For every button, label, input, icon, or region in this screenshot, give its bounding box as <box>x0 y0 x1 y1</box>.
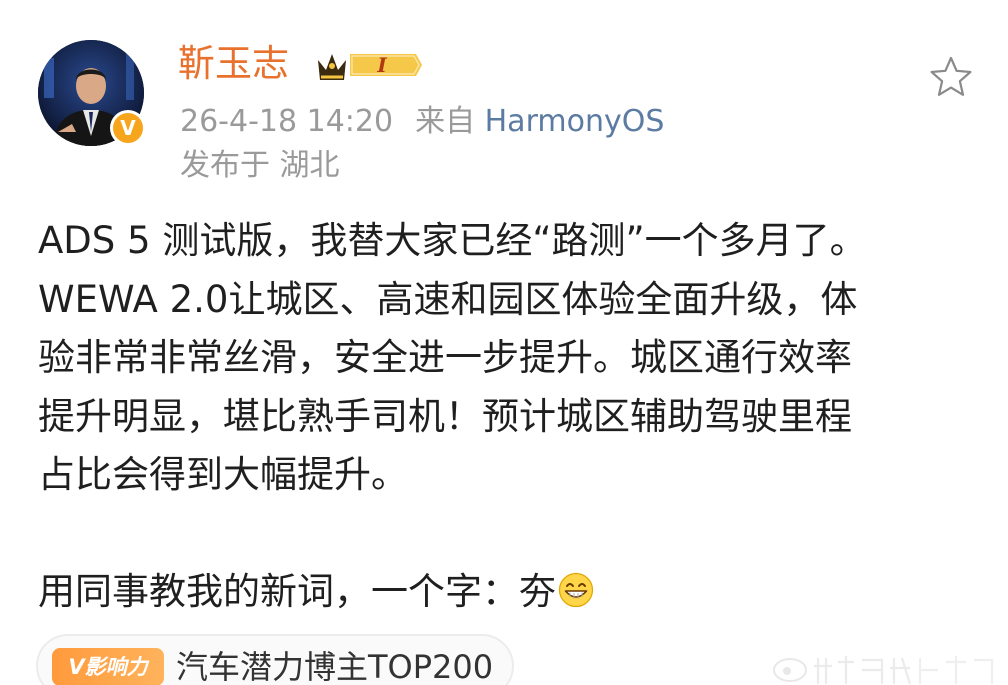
source-link[interactable]: HarmonyOS <box>485 104 665 139</box>
post-line-text: 用同事教我的新词，一个字：夯 <box>38 570 556 613</box>
post-line: 验非常非常丝滑，安全进一步提升。城区通行效率 <box>38 336 852 379</box>
watermark-icon <box>773 656 994 685</box>
timestamp: 26-4-18 14:20 <box>180 104 394 139</box>
post-line: 提升明显，堪比熟手司机！预计城区辅助驾驶里程 <box>38 394 852 438</box>
influence-tag[interactable]: V影响力 汽车潜力博主TOP200 <box>36 634 514 685</box>
post-line: WEWA 2.0让城区、高速和园区体验全面升级，体 <box>38 277 858 321</box>
source-prefix: 来自 <box>415 104 476 139</box>
influence-badge: V影响力 <box>52 648 164 685</box>
post-line: ADS 5 测试版，我替大家已经“路测”一个多月了。 <box>38 219 867 262</box>
post-line: 占比会得到大幅提升。 <box>38 453 408 496</box>
post-meta: 26-4-18 14:20 来自 HarmonyOS <box>180 102 664 142</box>
star-icon[interactable] <box>928 54 974 100</box>
weibo-post: V 靳玉志 I 26-4-18 14:20 来自 HarmonyOS 发布于 湖北… <box>0 0 1008 685</box>
influence-label: 汽车潜力博主TOP200 <box>176 648 494 685</box>
verified-badge-icon: V <box>110 110 146 146</box>
post-body: ADS 5 测试版，我替大家已经“路测”一个多月了。 WEWA 2.0让城区、高… <box>38 212 978 622</box>
grin-emoji-icon <box>558 572 594 608</box>
crown-icon: I <box>318 53 422 80</box>
vip-level: I <box>376 53 387 77</box>
post-location: 发布于 湖北 <box>180 148 340 183</box>
verified-mark: V <box>120 116 136 140</box>
post-line-last: 用同事教我的新词，一个字：夯 <box>38 563 978 622</box>
username[interactable]: 靳玉志 <box>178 40 289 88</box>
